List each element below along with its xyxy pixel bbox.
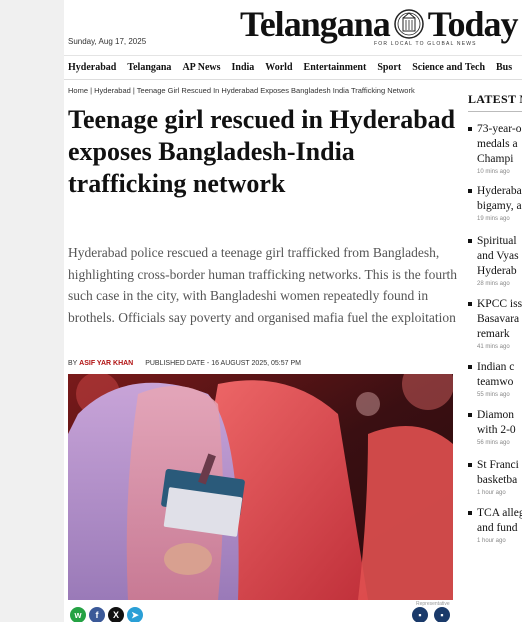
logo-word-right: Today [427, 4, 519, 44]
news-time: 1 hour ago [477, 490, 506, 496]
news-title-line: Indian c [477, 361, 515, 373]
byline-label: BY [68, 360, 78, 367]
news-title-line: with 2-0 [477, 424, 516, 436]
site-logo[interactable]: Telangana Today [240, 4, 519, 44]
logo-word-left: Telangana [240, 4, 391, 44]
nav-item[interactable]: AP News [182, 62, 220, 73]
bullet-icon [468, 127, 472, 131]
news-time: 1 hour ago [477, 538, 506, 544]
news-title-line: teamwo [477, 376, 514, 388]
facebook-icon[interactable]: f [89, 607, 105, 622]
x-icon[interactable]: X [108, 607, 124, 622]
news-title[interactable]: Spiritual and Vyas Hyderab [477, 234, 522, 279]
news-time: 10 mins ago [477, 169, 510, 175]
news-title-line: Spiritual [477, 235, 517, 247]
article-headline: Teenage girl rescued in Hyderabad expose… [68, 105, 456, 198]
hero-image [68, 374, 453, 600]
author-link[interactable]: ASIF YAR KHAN [79, 360, 133, 367]
news-title[interactable]: Diamon with 2-0 [477, 408, 522, 438]
byline: BY ASIF YAR KHAN PUBLISHED DATE - 16 AUG… [68, 360, 301, 367]
bullet-icon [468, 189, 472, 193]
news-time: 41 mins ago [477, 344, 510, 350]
news-title-line: Hyderaba [477, 185, 522, 197]
news-title-line: St Franci [477, 459, 519, 471]
news-time: 19 mins ago [477, 216, 510, 222]
news-title[interactable]: KPCC iss Basavara remark [477, 297, 522, 342]
news-time: 28 mins ago [477, 281, 510, 287]
news-title-line: remark [477, 328, 510, 340]
site-header: Sunday, Aug 17, 2025 Telangana Today FOR… [64, 0, 522, 56]
nav-item[interactable]: Hyderabad [68, 62, 116, 73]
news-time: 55 mins ago [477, 392, 510, 398]
news-title-line: KPCC iss [477, 298, 522, 310]
nav-item[interactable]: India [232, 62, 255, 73]
page: Sunday, Aug 17, 2025 Telangana Today FOR… [64, 0, 522, 622]
seal-icon [393, 9, 424, 39]
news-title-line: TCA alleg [477, 507, 522, 519]
news-title[interactable]: Indian c teamwo [477, 360, 522, 390]
nav-item[interactable]: Telangana [127, 62, 171, 73]
whatsapp-icon[interactable]: w [70, 607, 86, 622]
bookmark-icon[interactable]: ▪ [412, 607, 428, 622]
news-title[interactable]: St Franci basketba [477, 458, 522, 488]
main-nav: Hyderabad Telangana AP News India World … [64, 56, 522, 80]
nav-item[interactable]: Science and Tech [412, 62, 485, 73]
news-title-line: Champi [477, 153, 514, 165]
news-title-line: basketba [477, 474, 518, 486]
hero-photo [68, 374, 453, 600]
news-title-line: medals a [477, 138, 518, 150]
site-tagline: FOR LOCAL TO GLOBAL NEWS [374, 41, 477, 47]
news-title-line: Basavara [477, 313, 520, 325]
bullet-icon [468, 365, 472, 369]
published-date: PUBLISHED DATE - 16 AUGUST 2025, 05:57 P… [145, 360, 301, 367]
bullet-icon [468, 511, 472, 515]
latest-news-heading: LATEST N [468, 92, 522, 106]
header-date: Sunday, Aug 17, 2025 [68, 37, 147, 46]
news-title[interactable]: TCA alleg and fund [477, 506, 522, 536]
telegram-icon[interactable]: ➤ [127, 607, 143, 622]
news-title-line: and Vyas [477, 250, 519, 262]
news-title-line: bigamy, a [477, 200, 522, 212]
news-title-line: 73-year-o [477, 123, 522, 135]
news-title[interactable]: Hyderaba bigamy, a [477, 184, 522, 214]
news-title-line: Diamon [477, 409, 515, 421]
nav-item[interactable]: Sport [377, 62, 401, 73]
bullet-icon [468, 239, 472, 243]
save-icon[interactable]: ▪ [434, 607, 450, 622]
news-title-line: Hyderab [477, 265, 517, 277]
nav-item[interactable]: Entertainment [304, 62, 367, 73]
nav-item[interactable]: Bus [496, 62, 512, 73]
bullet-icon [468, 463, 472, 467]
news-title-line: and fund [477, 522, 518, 534]
news-time: 56 mins ago [477, 440, 510, 446]
nav-item[interactable]: World [265, 62, 292, 73]
heading-divider [468, 111, 522, 112]
article-summary: Hyderabad police rescued a teenage girl … [68, 245, 458, 325]
bullet-icon [468, 302, 472, 306]
news-title[interactable]: 73-year-o medals a Champi [477, 122, 522, 167]
breadcrumb[interactable]: Home | Hyderabad | Teenage Girl Rescued … [68, 86, 415, 95]
bullet-icon [468, 413, 472, 417]
